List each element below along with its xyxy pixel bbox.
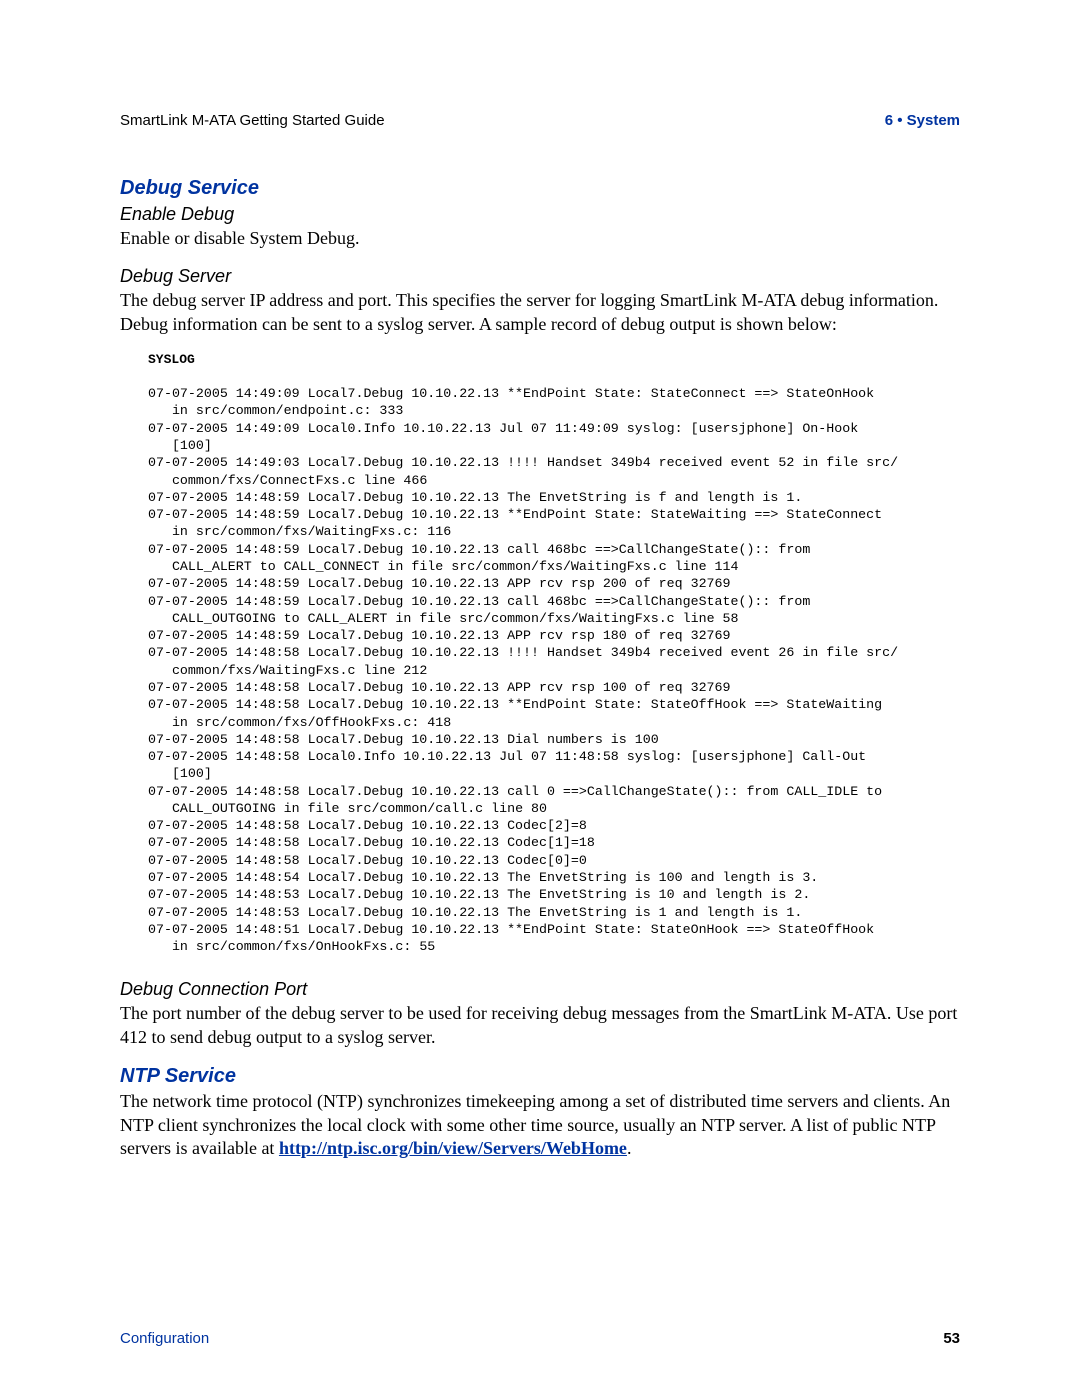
debug-port-body: The port number of the debug server to b… — [120, 1002, 960, 1049]
ntp-servers-link[interactable]: http://ntp.isc.org/bin/view/Servers/WebH… — [279, 1138, 627, 1158]
ntp-body-post: . — [627, 1138, 632, 1158]
debug-service-title: Debug Service — [120, 177, 960, 200]
page-header: SmartLink M-ATA Getting Started Guide 6 … — [120, 112, 960, 129]
syslog-output: 07-07-2005 14:49:09 Local7.Debug 10.10.2… — [148, 385, 960, 955]
page-container: SmartLink M-ATA Getting Started Guide 6 … — [0, 0, 1080, 1397]
debug-server-body: The debug server IP address and port. Th… — [120, 289, 960, 336]
footer-right: 53 — [943, 1330, 960, 1347]
ntp-service-body: The network time protocol (NTP) synchron… — [120, 1090, 960, 1160]
enable-debug-body: Enable or disable System Debug. — [120, 227, 960, 250]
header-left: SmartLink M-ATA Getting Started Guide — [120, 112, 385, 129]
footer-left: Configuration — [120, 1330, 209, 1347]
debug-port-title: Debug Connection Port — [120, 979, 960, 1000]
debug-server-title: Debug Server — [120, 266, 960, 287]
syslog-label: SYSLOG — [148, 352, 960, 367]
page-footer: Configuration 53 — [120, 1330, 960, 1347]
ntp-service-title: NTP Service — [120, 1065, 960, 1088]
header-right: 6 • System — [885, 112, 960, 129]
enable-debug-title: Enable Debug — [120, 204, 960, 225]
